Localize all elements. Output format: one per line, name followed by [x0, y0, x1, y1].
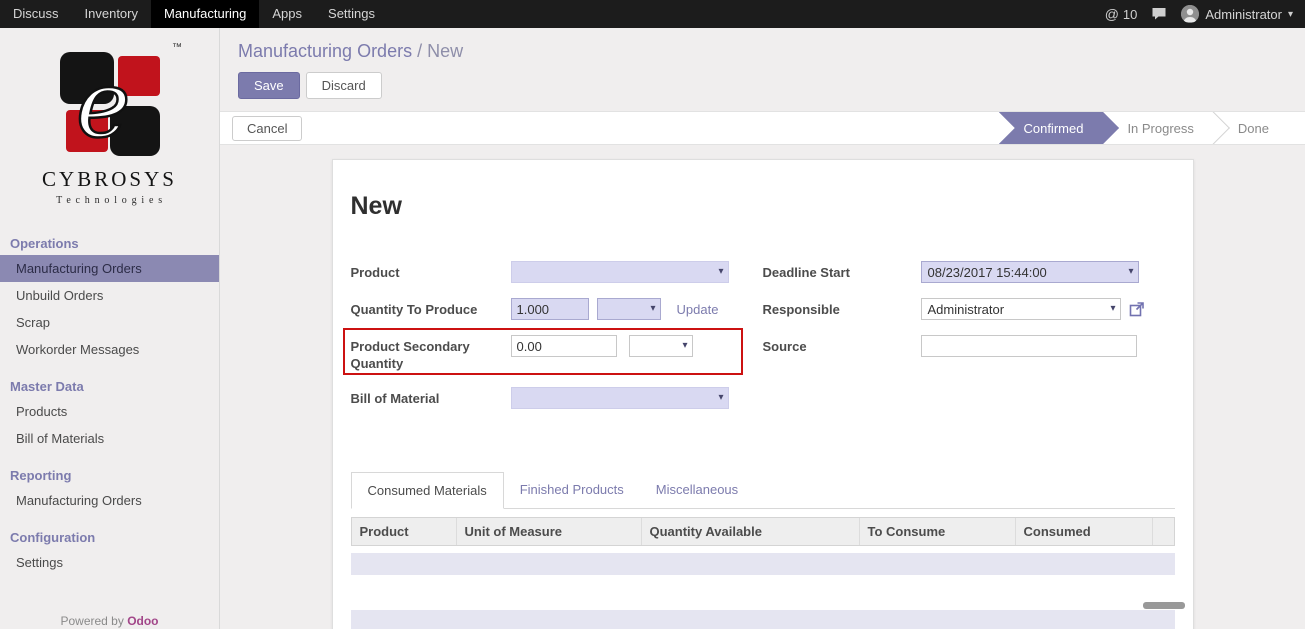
nav-apps[interactable]: Apps	[259, 0, 315, 28]
sidebar-item-scrap[interactable]: Scrap	[0, 309, 219, 336]
table-header-row: Product Unit of Measure Quantity Availab…	[351, 517, 1175, 546]
column-unit-of-measure: Unit of Measure	[457, 518, 642, 545]
sidebar-item-settings[interactable]: Settings	[0, 549, 219, 576]
product-secondary-quantity-label: Product Secondary Quantity	[351, 335, 511, 372]
user-menu[interactable]: Administrator ▾	[1181, 5, 1293, 23]
mention-counter[interactable]: @ 10	[1105, 6, 1138, 22]
odoo-link[interactable]: Odoo	[127, 614, 158, 628]
section-operations: Operations	[0, 230, 219, 255]
user-name: Administrator	[1205, 7, 1282, 22]
breadcrumb: Manufacturing Orders / New	[220, 28, 1305, 62]
section-master-data: Master Data	[0, 373, 219, 398]
source-label: Source	[763, 335, 921, 355]
mention-icon: @	[1105, 6, 1119, 22]
breadcrumb-current: New	[427, 41, 463, 61]
brand-logo: e ™ CYBROSYS Technologies	[0, 28, 219, 206]
statusbar: Cancel Confirmed In Progress Done	[220, 111, 1305, 145]
quantity-uom-select[interactable]: ▾	[597, 298, 661, 320]
chevron-down-icon: ▾	[1288, 9, 1293, 20]
powered-by: Powered by Odoo	[0, 614, 219, 629]
sidebar-item-reporting-manufacturing-orders[interactable]: Manufacturing Orders	[0, 487, 219, 514]
external-link-icon[interactable]	[1129, 298, 1145, 320]
section-configuration: Configuration	[0, 524, 219, 549]
svg-text:e: e	[76, 51, 130, 158]
update-link[interactable]: Update	[677, 298, 719, 317]
action-buttons: Save Discard	[238, 72, 1305, 99]
responsible-select[interactable]: Administrator ▾	[921, 298, 1121, 320]
mention-count: 10	[1123, 7, 1137, 22]
sidebar-item-manufacturing-orders[interactable]: Manufacturing Orders	[0, 255, 219, 282]
product-select[interactable]: ▾	[511, 261, 729, 283]
source-input[interactable]	[921, 335, 1137, 357]
table-row	[351, 553, 1175, 575]
column-to-consume: To Consume	[860, 518, 1016, 545]
brand-tagline: Technologies	[0, 195, 219, 206]
stage-confirmed[interactable]: Confirmed	[999, 111, 1103, 145]
deadline-start-value: 08/23/2017 15:44:00	[928, 265, 1047, 280]
dropdown-caret-icon: ▾	[650, 303, 655, 314]
stage-in-progress[interactable]: In Progress	[1103, 111, 1213, 145]
tab-finished-products[interactable]: Finished Products	[504, 472, 640, 508]
nav-discuss[interactable]: Discuss	[0, 0, 72, 28]
product-label: Product	[351, 261, 511, 281]
messages-icon[interactable]	[1151, 7, 1167, 21]
horizontal-scrollbar-thumb[interactable]	[1143, 602, 1185, 609]
product-secondary-quantity-input[interactable]	[511, 335, 617, 357]
trademark-symbol: ™	[172, 42, 182, 53]
notebook-tabs: Consumed Materials Finished Products Mis…	[351, 472, 1175, 509]
status-stages: Confirmed In Progress Done	[999, 111, 1305, 145]
quantity-to-produce-input[interactable]	[511, 298, 589, 320]
sidebar: e ™ CYBROSYS Technologies Operations Man…	[0, 28, 220, 629]
secondary-uom-select[interactable]: ▾	[629, 335, 693, 357]
cybrosys-logo-icon: e	[52, 50, 168, 161]
dropdown-caret-icon: ▾	[682, 340, 687, 351]
deadline-start-select[interactable]: 08/23/2017 15:44:00 ▾	[921, 261, 1139, 283]
column-quantity-available: Quantity Available	[642, 518, 860, 545]
quantity-to-produce-label: Quantity To Produce	[351, 298, 511, 318]
cancel-button[interactable]: Cancel	[232, 116, 302, 141]
sidebar-item-unbuild-orders[interactable]: Unbuild Orders	[0, 282, 219, 309]
sidebar-item-bill-of-materials[interactable]: Bill of Materials	[0, 425, 219, 452]
nav-inventory[interactable]: Inventory	[72, 0, 151, 28]
main-content: Manufacturing Orders / New Save Discard …	[220, 28, 1305, 629]
dropdown-caret-icon: ▾	[1110, 303, 1115, 314]
dropdown-caret-icon: ▾	[718, 266, 723, 277]
tab-miscellaneous[interactable]: Miscellaneous	[640, 472, 754, 508]
sidebar-item-workorder-messages[interactable]: Workorder Messages	[0, 336, 219, 363]
powered-by-text: Powered by	[60, 614, 123, 628]
responsible-value: Administrator	[928, 302, 1005, 317]
table-row	[351, 610, 1175, 629]
top-navbar: Discuss Inventory Manufacturing Apps Set…	[0, 0, 1305, 28]
sidebar-item-products[interactable]: Products	[0, 398, 219, 425]
deadline-start-label: Deadline Start	[763, 261, 921, 281]
brand-name: CYBROSYS	[0, 167, 219, 192]
breadcrumb-separator: /	[417, 41, 422, 61]
avatar	[1181, 5, 1199, 23]
section-reporting: Reporting	[0, 462, 219, 487]
dropdown-caret-icon: ▾	[1128, 266, 1133, 277]
form-sheet: New Product ▾ Quantity To Produce ▾	[332, 159, 1194, 629]
discard-button[interactable]: Discard	[306, 72, 382, 99]
breadcrumb-parent-link[interactable]: Manufacturing Orders	[238, 41, 412, 61]
column-actions	[1153, 518, 1174, 545]
consumed-materials-table: Product Unit of Measure Quantity Availab…	[351, 517, 1175, 629]
save-button[interactable]: Save	[238, 72, 300, 99]
bill-of-material-select[interactable]: ▾	[511, 387, 729, 409]
column-product: Product	[352, 518, 457, 545]
bill-of-material-label: Bill of Material	[351, 387, 511, 407]
dropdown-caret-icon: ▾	[718, 392, 723, 403]
nav-manufacturing[interactable]: Manufacturing	[151, 0, 259, 28]
column-consumed: Consumed	[1016, 518, 1153, 545]
sidebar-menu: Operations Manufacturing Orders Unbuild …	[0, 230, 219, 576]
nav-settings[interactable]: Settings	[315, 0, 388, 28]
record-title: New	[351, 192, 1175, 221]
tab-consumed-materials[interactable]: Consumed Materials	[351, 472, 504, 509]
responsible-label: Responsible	[763, 298, 921, 318]
